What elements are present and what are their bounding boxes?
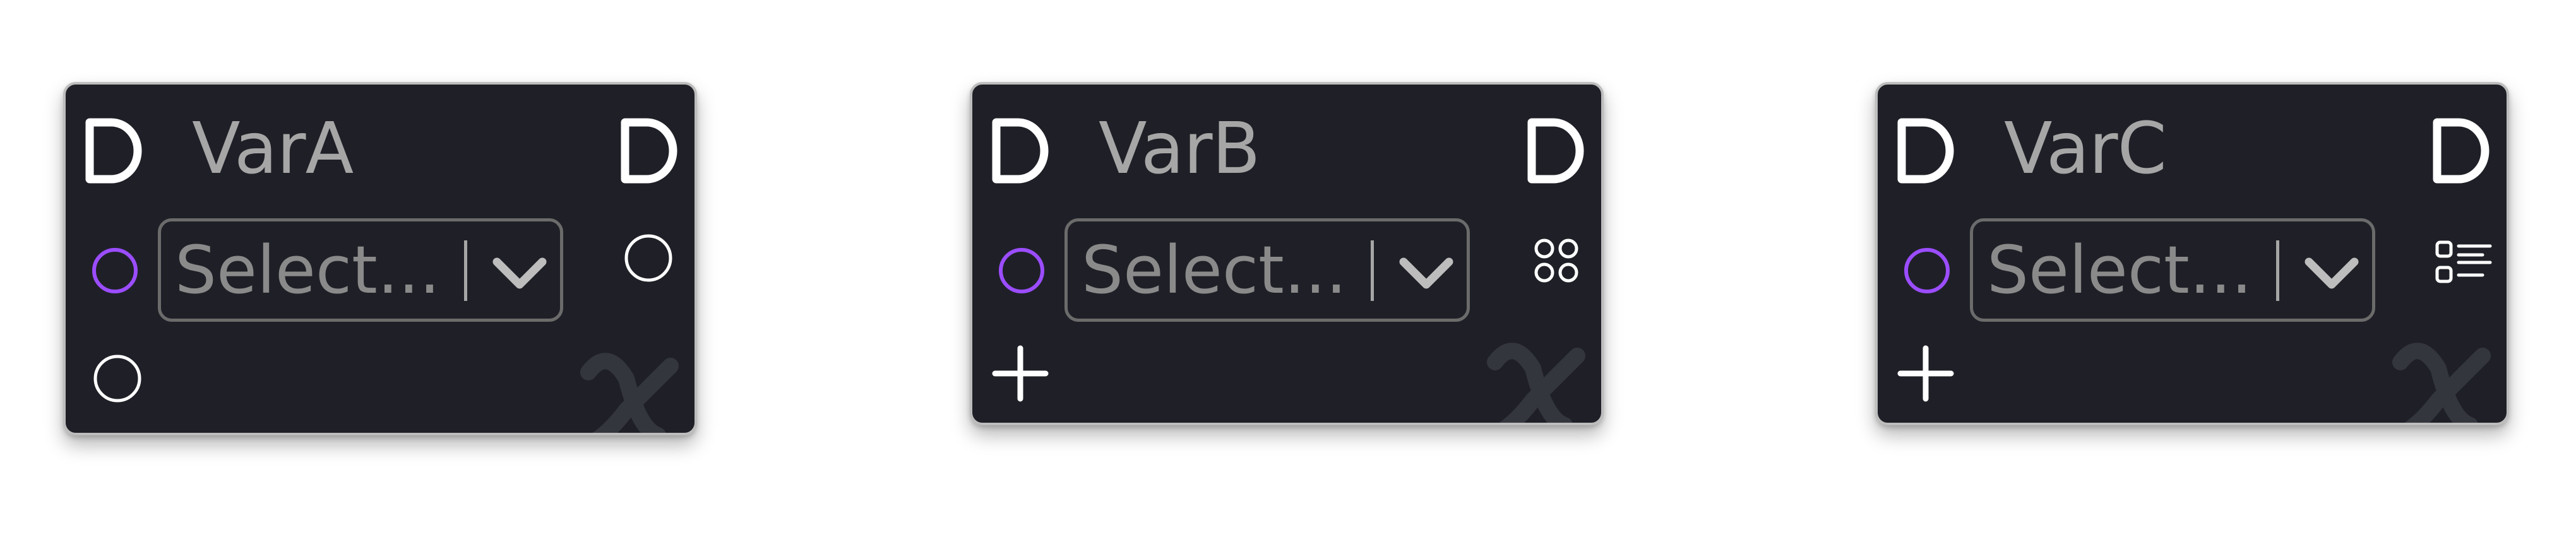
input-port[interactable] <box>90 245 140 296</box>
d-icon <box>1527 118 1584 184</box>
select-separator <box>1371 240 1374 301</box>
select-separator <box>2276 240 2279 301</box>
function-x-icon <box>1487 343 1585 423</box>
select-placeholder: Select... <box>1987 232 2253 309</box>
input-port[interactable] <box>996 245 1047 296</box>
function-x-icon <box>2392 343 2491 423</box>
output-port-secondary[interactable] <box>90 351 145 406</box>
grid-icon[interactable] <box>1532 236 1582 286</box>
select-placeholder: Select... <box>1082 232 1347 309</box>
variable-node-vara[interactable]: VarA Select... <box>63 82 697 435</box>
chevron-down-icon[interactable] <box>1396 248 1457 298</box>
d-icon <box>1897 118 1954 184</box>
plus-icon[interactable] <box>989 342 1052 405</box>
node-title: VarA <box>192 108 354 190</box>
variable-node-varb[interactable]: VarB Select... <box>970 82 1604 425</box>
variable-select[interactable]: Select... <box>1064 218 1470 322</box>
node-title: VarC <box>2004 108 2167 190</box>
chevron-down-icon[interactable] <box>489 248 550 298</box>
select-placeholder: Select... <box>175 232 441 309</box>
list-icon[interactable] <box>2435 240 2493 285</box>
node-title: VarB <box>1099 108 1260 190</box>
select-separator <box>464 240 467 301</box>
input-port[interactable] <box>1902 245 1952 296</box>
variable-select[interactable]: Select... <box>158 218 563 322</box>
chevron-down-icon[interactable] <box>2301 248 2362 298</box>
variable-select[interactable]: Select... <box>1970 218 2375 322</box>
output-port[interactable] <box>620 230 677 286</box>
plus-icon[interactable] <box>1894 342 1957 405</box>
variable-node-varc[interactable]: VarC Select... <box>1875 82 2509 425</box>
d-icon <box>2433 118 2490 184</box>
d-icon <box>621 118 677 184</box>
function-x-icon <box>580 353 679 433</box>
d-icon <box>992 118 1049 184</box>
d-icon <box>85 118 142 184</box>
